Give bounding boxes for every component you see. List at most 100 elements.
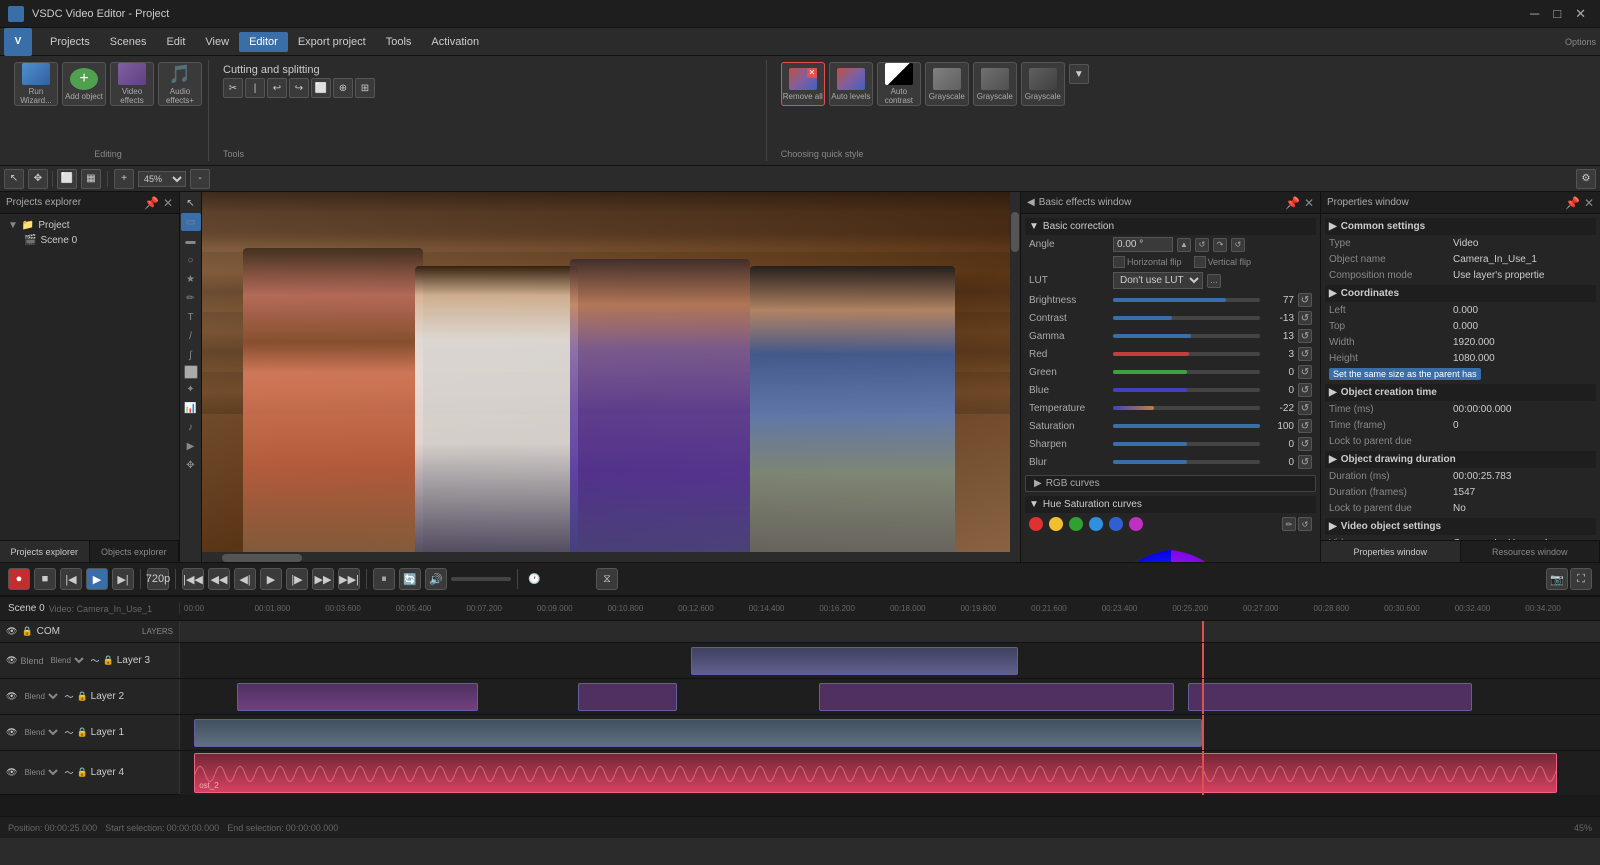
contrast-reset[interactable]: ↺ (1298, 311, 1312, 325)
l1-lock-icon[interactable]: 🔒 (76, 727, 87, 738)
menu-export-project[interactable]: Export project (288, 32, 376, 52)
menu-editor[interactable]: Editor (239, 32, 288, 52)
close-effects-icon[interactable]: ✕ (1304, 196, 1314, 210)
l4-lock-icon[interactable]: 🔒 (76, 767, 87, 778)
menu-edit[interactable]: Edit (156, 32, 195, 52)
goto-start-btn[interactable]: |◀◀ (182, 568, 204, 590)
close-button[interactable]: ✕ (1569, 4, 1592, 24)
menu-projects[interactable]: Projects (40, 32, 100, 52)
l3-content[interactable] (180, 643, 1600, 678)
eye-l1-icon[interactable]: 👁 (6, 727, 17, 738)
more-styles-button[interactable]: ▼ (1069, 64, 1089, 84)
lut-btn[interactable]: … (1207, 274, 1221, 288)
pen-btn[interactable]: ✏ (181, 289, 201, 307)
group-select[interactable]: ▦ (81, 169, 101, 189)
pin-effects-icon[interactable]: 📌 (1285, 196, 1300, 210)
fullscreen-btn[interactable]: ⛶ (1570, 568, 1592, 590)
vos-header[interactable]: ▶ Video object settings (1325, 518, 1596, 535)
l3-blend-select[interactable]: Blend (46, 655, 87, 666)
blue-slider[interactable] (1113, 388, 1260, 392)
l2-clip-3[interactable] (819, 683, 1174, 711)
effects-btn[interactable]: ✦ (181, 380, 201, 398)
red-slider[interactable] (1113, 352, 1260, 356)
video-btn[interactable]: ▶ (181, 437, 201, 455)
pin-icon[interactable]: 📌 (144, 196, 159, 210)
color-dot-yellow[interactable] (1049, 517, 1063, 531)
next-frame-btn[interactable]: ▶| (112, 568, 134, 590)
color-dot-magenta[interactable] (1129, 517, 1143, 531)
eye-com-icon[interactable]: 👁 (6, 626, 17, 637)
close-panel-icon[interactable]: ✕ (163, 196, 173, 210)
move-tool[interactable]: ✥ (28, 169, 48, 189)
com-content[interactable] (180, 621, 1600, 642)
brightness-slider[interactable] (1113, 298, 1260, 302)
l2-blend-select[interactable]: Blend (20, 691, 61, 702)
l4-content[interactable]: ost_2 (180, 751, 1600, 795)
saturation-reset[interactable]: ↺ (1298, 419, 1312, 433)
auto-contrast-button[interactable]: Auto contrast (877, 62, 921, 106)
l2-lock-icon[interactable]: 🔒 (76, 691, 87, 702)
angle-reset-btn[interactable]: ↺ (1195, 238, 1209, 252)
maximize-button[interactable]: □ (1547, 4, 1567, 23)
angle-spin-up[interactable]: ▲ (1177, 238, 1191, 252)
l2-clip-1[interactable] (237, 683, 478, 711)
tree-project[interactable]: ▼ 📁 Project (4, 218, 175, 233)
grayscale-2-button[interactable]: Grayscale (973, 62, 1017, 106)
tab-properties-window[interactable]: Properties window (1321, 541, 1461, 562)
tab-objects-explorer[interactable]: Objects explorer (90, 541, 180, 562)
snapshot-btn[interactable]: 📷 (1546, 568, 1568, 590)
blue-reset[interactable]: ↺ (1298, 383, 1312, 397)
grayscale-3-button[interactable]: Grayscale (1021, 62, 1065, 106)
pin-prop-icon[interactable]: 📌 (1565, 196, 1580, 210)
tab-resources-window[interactable]: Resources window (1461, 541, 1600, 562)
pointer-tool[interactable]: ↖ (4, 169, 24, 189)
settings-icon[interactable]: ⚙ (1576, 169, 1596, 189)
l3-lock-icon[interactable]: 🔒 (102, 655, 113, 666)
next-marker-btn[interactable]: ▶▶ (312, 568, 334, 590)
angle-ccw-btn[interactable]: ↺ (1231, 238, 1245, 252)
minimize-button[interactable]: ─ (1524, 4, 1545, 23)
chart-btn[interactable]: 📊 (181, 399, 201, 417)
canvas-scrollbar-h[interactable] (202, 552, 1010, 562)
saturation-slider[interactable] (1113, 424, 1260, 428)
angle-cw-btn[interactable]: ↷ (1213, 238, 1227, 252)
prev-frame-btn[interactable]: |◀ (60, 568, 82, 590)
audio-effects-button[interactable]: 🎵 Audio effects+ (158, 62, 202, 106)
time-format-btn[interactable]: ⧖ (596, 568, 618, 590)
zoom-in[interactable]: + (114, 169, 134, 189)
common-settings-header[interactable]: ▶ Common settings (1325, 218, 1596, 235)
split-tool[interactable]: | (245, 78, 265, 98)
zoom-select[interactable]: 45%100%50% (138, 171, 186, 187)
menu-view[interactable]: View (195, 32, 239, 52)
move-cross-btn[interactable]: ✥ (181, 456, 201, 474)
color-wheel[interactable] (1081, 545, 1261, 562)
gamma-reset[interactable]: ↺ (1298, 329, 1312, 343)
lock-com-icon[interactable]: 🔒 (21, 626, 32, 637)
run-wizard-button[interactable]: Run Wizard... (14, 62, 58, 106)
l2-clip-4[interactable] (1188, 683, 1472, 711)
play2-btn[interactable]: ▶ (260, 568, 282, 590)
cursor-tool-btn[interactable]: ↖ (181, 194, 201, 212)
grayscale-1-button[interactable]: Grayscale (925, 62, 969, 106)
close-prop-icon[interactable]: ✕ (1584, 196, 1594, 210)
zoom-out[interactable]: - (190, 169, 210, 189)
canvas-scrollbar-v[interactable] (1010, 192, 1020, 562)
blur-reset[interactable]: ↺ (1298, 455, 1312, 469)
color-dot-cyan[interactable] (1089, 517, 1103, 531)
magnet-tool[interactable]: ⊕ (333, 78, 353, 98)
red-reset[interactable]: ↺ (1298, 347, 1312, 361)
rgb-curves-header[interactable]: ▶ RGB curves (1025, 475, 1316, 492)
contrast-slider[interactable] (1113, 316, 1260, 320)
collapse-icon[interactable]: ◀ (1027, 197, 1035, 208)
music-btn[interactable]: ♪ (181, 418, 201, 436)
preview-quality-btn[interactable]: 720p (147, 568, 169, 590)
l1-clip-main[interactable] (194, 719, 1202, 747)
line-btn[interactable]: / (181, 327, 201, 345)
set-same-size-btn[interactable]: Set the same size as the parent has (1329, 368, 1481, 380)
menu-scenes[interactable]: Scenes (100, 32, 157, 52)
h-flip-btn[interactable]: Horizontal flip (1113, 256, 1182, 268)
eye-l2-icon[interactable]: 👁 (6, 691, 17, 702)
record-btn[interactable]: ● (8, 568, 30, 590)
l2-content[interactable] (180, 679, 1600, 714)
l2-clip-2[interactable] (578, 683, 677, 711)
